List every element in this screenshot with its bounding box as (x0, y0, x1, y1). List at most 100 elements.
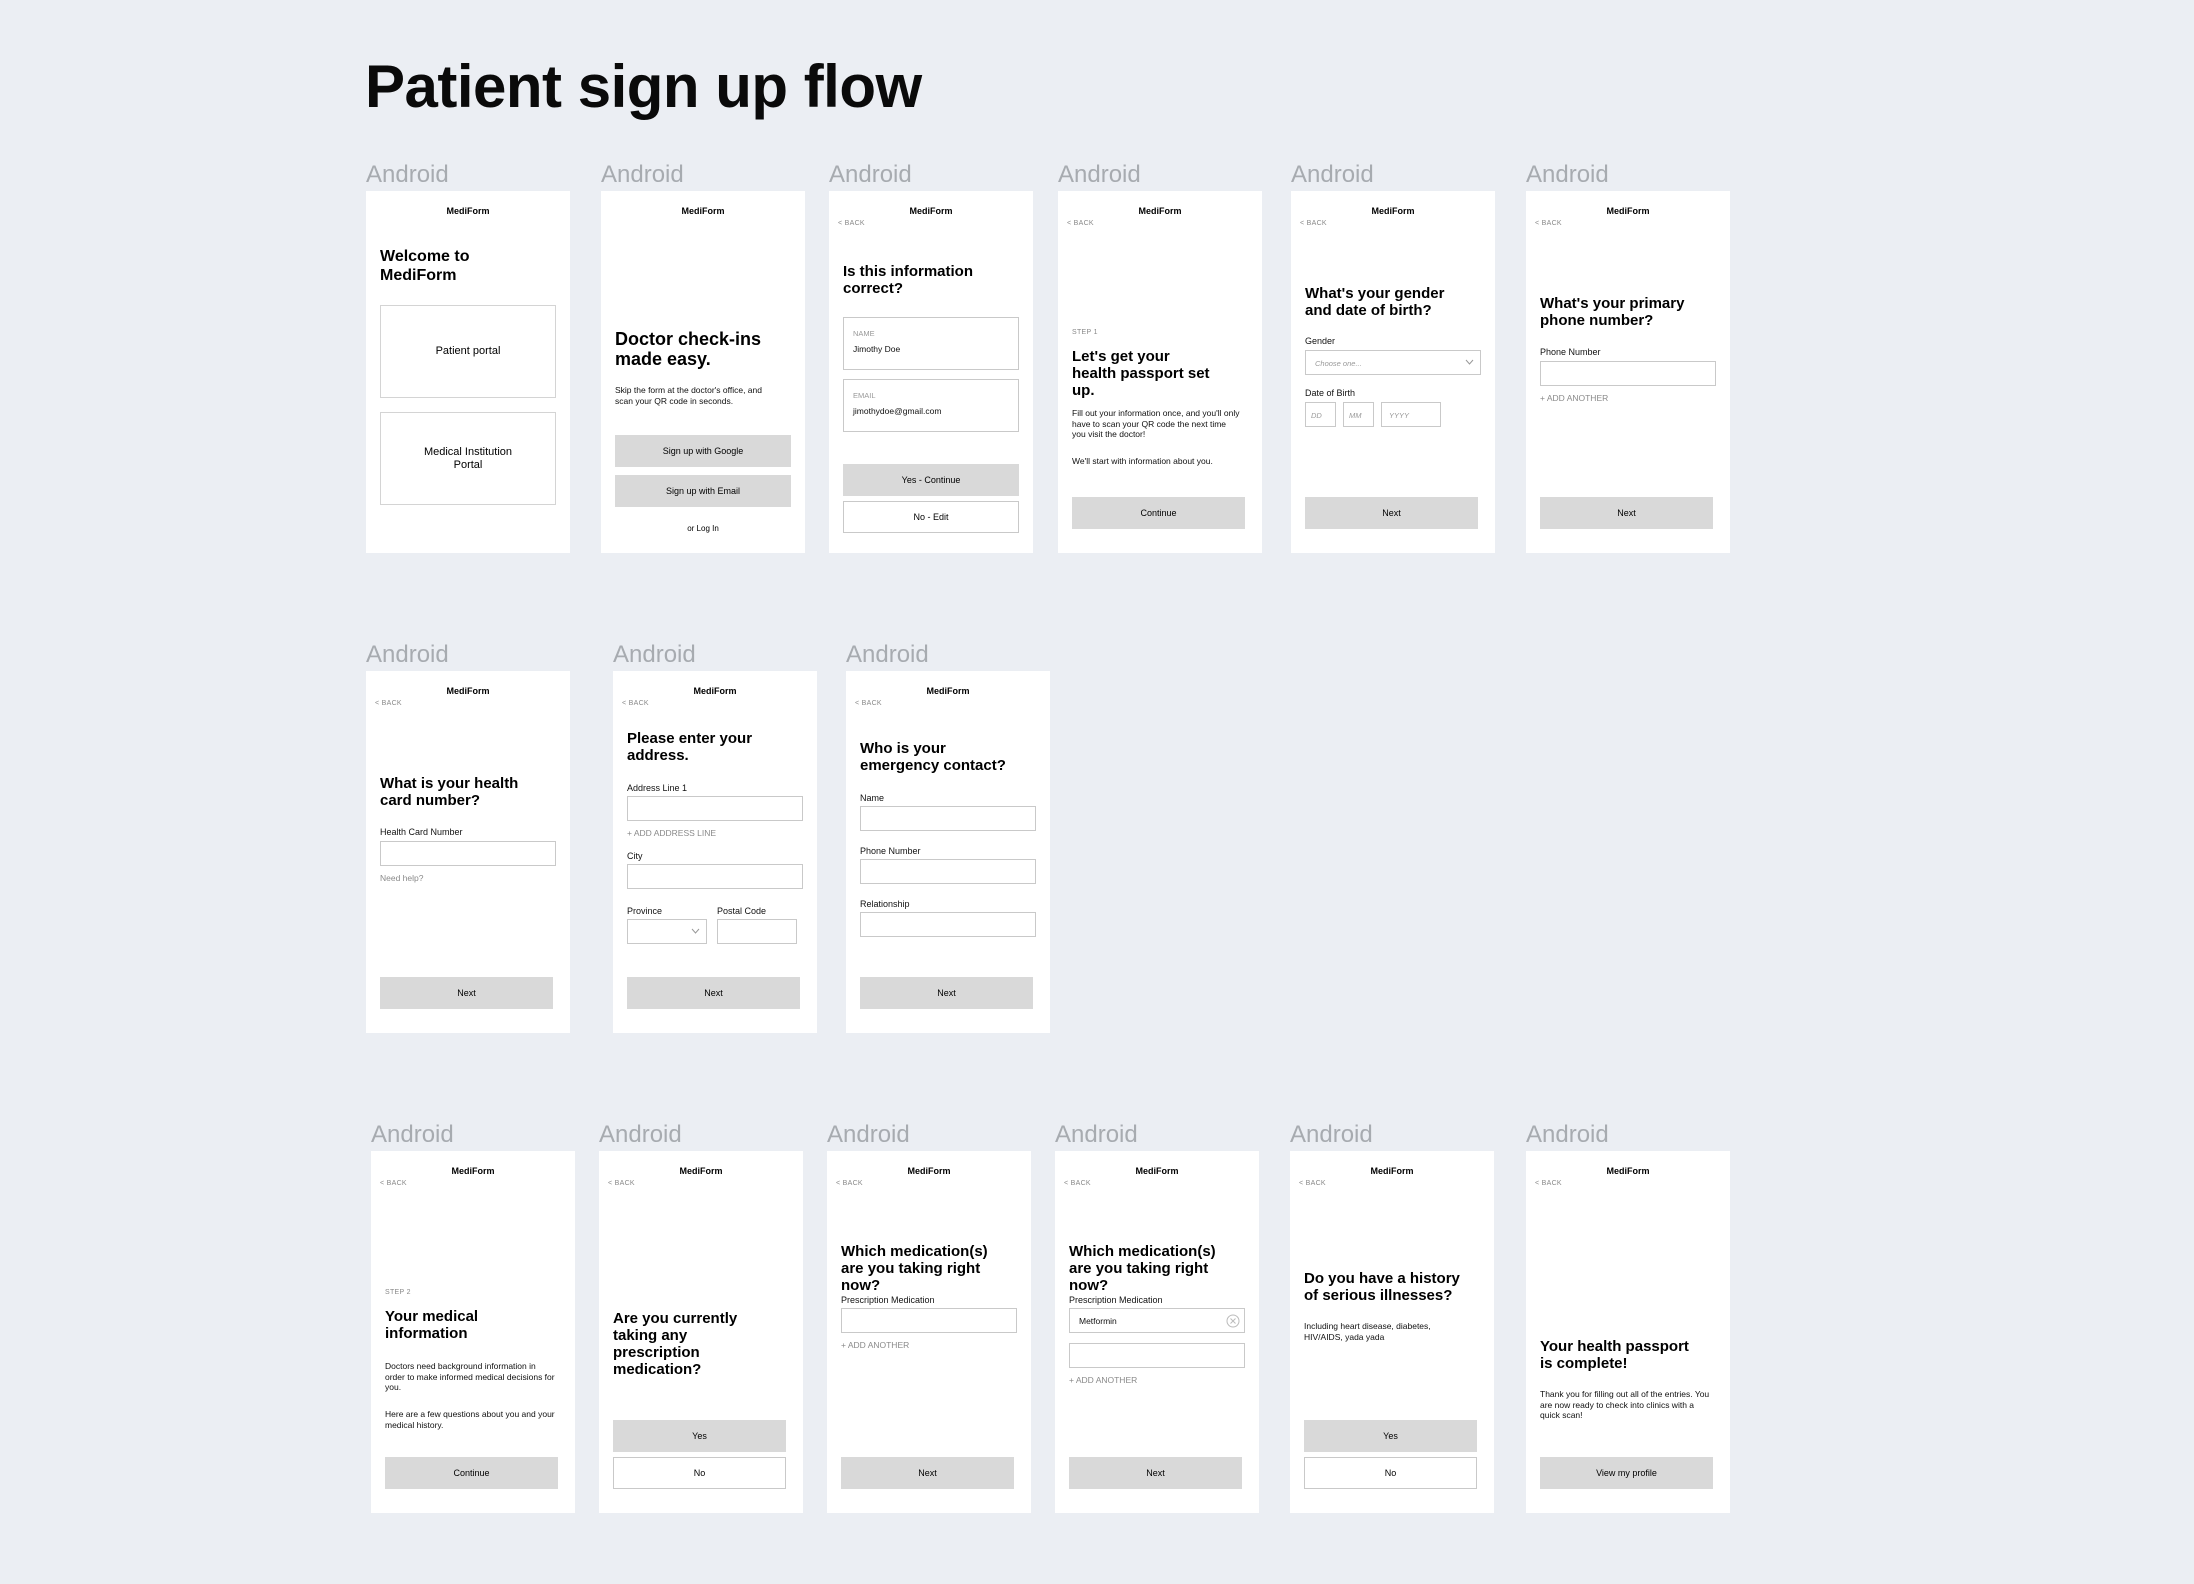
yes-button[interactable]: Yes (1304, 1420, 1477, 1452)
next-button[interactable]: Next (1540, 497, 1713, 529)
city-input[interactable] (627, 864, 803, 889)
frame-label: Android (827, 1121, 910, 1148)
frame-label: Android (1058, 161, 1141, 188)
frame-meds-empty: Android MediForm < BACK Which medication… (827, 1121, 1031, 1513)
medication-input-2[interactable] (1069, 1343, 1245, 1368)
field-label: City (627, 851, 643, 861)
chevron-down-icon (1465, 359, 1474, 365)
medication-input[interactable] (841, 1308, 1017, 1333)
relationship-input[interactable] (860, 912, 1036, 937)
sign-up-google-button[interactable]: Sign up with Google (615, 435, 791, 467)
no-edit-button[interactable]: No - Edit (843, 501, 1019, 533)
app-logo: MediForm (1606, 1166, 1650, 1176)
dob-day-input[interactable]: DD (1305, 402, 1336, 427)
patient-portal-button[interactable]: Patient portal (380, 305, 556, 398)
next-button[interactable]: Next (1305, 497, 1478, 529)
province-select[interactable] (627, 919, 707, 944)
screen-phone: MediForm < BACK What's your primary phon… (1526, 191, 1730, 553)
contact-phone-input[interactable] (860, 859, 1036, 884)
yes-button[interactable]: Yes (613, 1420, 786, 1452)
dob-month-input[interactable]: MM (1343, 402, 1374, 427)
postal-code-input[interactable] (717, 919, 797, 944)
screen-body: Doctors need background information in o… (385, 1361, 555, 1392)
frame-label: Android (366, 161, 449, 188)
continue-button[interactable]: Continue (385, 1457, 558, 1489)
address-line-1-input[interactable] (627, 796, 803, 821)
field-label: Postal Code (717, 906, 767, 916)
dob-year-input[interactable]: YYYY (1381, 402, 1441, 427)
input-placeholder: DD (1311, 411, 1322, 420)
next-button[interactable]: Next (627, 977, 800, 1009)
screen-heading: Doctor check-ins made easy. (615, 329, 762, 369)
field-value: jimothydoe@gmail.com (853, 406, 942, 416)
frame-label: Android (613, 641, 696, 668)
gender-select[interactable]: Choose one... (1305, 350, 1481, 375)
email-field[interactable]: EMAIL jimothydoe@gmail.com (843, 379, 1019, 432)
screen-health-card: MediForm < BACK What is your health card… (366, 671, 570, 1033)
screen-heading: Let's get your health passport set up. (1072, 348, 1210, 399)
screen-body: Thank you for filling out all of the ent… (1540, 1389, 1710, 1420)
app-logo: MediForm (1606, 206, 1650, 216)
phone-number-input[interactable] (1540, 361, 1716, 386)
yes-continue-button[interactable]: Yes - Continue (843, 464, 1019, 496)
back-link[interactable]: < BACK (1299, 1180, 1326, 1187)
field-label: Date of Birth (1305, 388, 1356, 398)
screen-prescription: MediForm < BACK Are you currently taking… (599, 1151, 803, 1513)
screen-body: Including heart disease, diabetes, HIV/A… (1304, 1321, 1431, 1342)
app-logo: MediForm (1135, 1166, 1179, 1176)
no-button[interactable]: No (613, 1457, 786, 1489)
medical-institution-portal-button[interactable]: Medical Institution Portal (380, 412, 556, 505)
frame-step2: Android MediForm < BACK STEP 2 Your medi… (371, 1121, 575, 1513)
login-link[interactable]: or Log In (601, 524, 805, 533)
next-button[interactable]: Next (1069, 1457, 1242, 1489)
frame-label: Android (599, 1121, 682, 1148)
view-profile-button[interactable]: View my profile (1540, 1457, 1713, 1489)
screen-illness: MediForm < BACK Do you have a history of… (1290, 1151, 1494, 1513)
screen-meds-filled: MediForm < BACK Which medication(s) are … (1055, 1151, 1259, 1513)
back-link[interactable]: < BACK (838, 220, 865, 227)
back-link[interactable]: < BACK (375, 700, 402, 707)
frame-meds-filled: Android MediForm < BACK Which medication… (1055, 1121, 1259, 1513)
page-title: Patient sign up flow (365, 53, 922, 120)
back-link[interactable]: < BACK (1535, 220, 1562, 227)
frame-gender: Android MediForm < BACK What's your gend… (1291, 161, 1495, 553)
back-link[interactable]: < BACK (1064, 1180, 1091, 1187)
field-value: Metformin (1079, 1316, 1117, 1326)
next-button[interactable]: Next (380, 977, 553, 1009)
name-field[interactable]: NAME Jimothy Doe (843, 317, 1019, 370)
add-another-link[interactable]: + ADD ANOTHER (1540, 393, 1608, 403)
field-label: Name (860, 793, 885, 803)
frame-prescription: Android MediForm < BACK Are you currentl… (599, 1121, 803, 1513)
add-another-link[interactable]: + ADD ANOTHER (841, 1340, 909, 1350)
add-another-link[interactable]: + ADD ANOTHER (1069, 1375, 1137, 1385)
back-link[interactable]: < BACK (836, 1180, 863, 1187)
back-link[interactable]: < BACK (1067, 220, 1094, 227)
screen-meds-empty: MediForm < BACK Which medication(s) are … (827, 1151, 1031, 1513)
app-logo: MediForm (446, 206, 490, 216)
back-link[interactable]: < BACK (380, 1180, 407, 1187)
frame-label: Android (829, 161, 912, 188)
no-button[interactable]: No (1304, 1457, 1477, 1489)
back-link[interactable]: < BACK (608, 1180, 635, 1187)
need-help-link[interactable]: Need help? (380, 873, 423, 883)
clear-icon[interactable] (1226, 1314, 1240, 1328)
medication-input[interactable]: Metformin (1069, 1308, 1245, 1333)
app-logo: MediForm (909, 206, 953, 216)
next-button[interactable]: Next (860, 977, 1033, 1009)
frame-label: Android (601, 161, 684, 188)
sign-up-email-button[interactable]: Sign up with Email (615, 475, 791, 507)
app-logo: MediForm (681, 206, 725, 216)
screen-heading: Are you currently taking any prescriptio… (613, 1310, 738, 1378)
back-link[interactable]: < BACK (855, 700, 882, 707)
health-card-input[interactable] (380, 841, 556, 866)
back-link[interactable]: < BACK (622, 700, 649, 707)
next-button[interactable]: Next (841, 1457, 1014, 1489)
contact-name-input[interactable] (860, 806, 1036, 831)
back-link[interactable]: < BACK (1300, 220, 1327, 227)
add-address-line-link[interactable]: + ADD ADDRESS LINE (627, 828, 716, 838)
continue-button[interactable]: Continue (1072, 497, 1245, 529)
back-link[interactable]: < BACK (1535, 1180, 1562, 1187)
field-label: Address Line 1 (627, 783, 688, 793)
frame-address: Android MediForm < BACK Please enter you… (613, 641, 817, 1033)
frame-label: Android (1526, 161, 1609, 188)
